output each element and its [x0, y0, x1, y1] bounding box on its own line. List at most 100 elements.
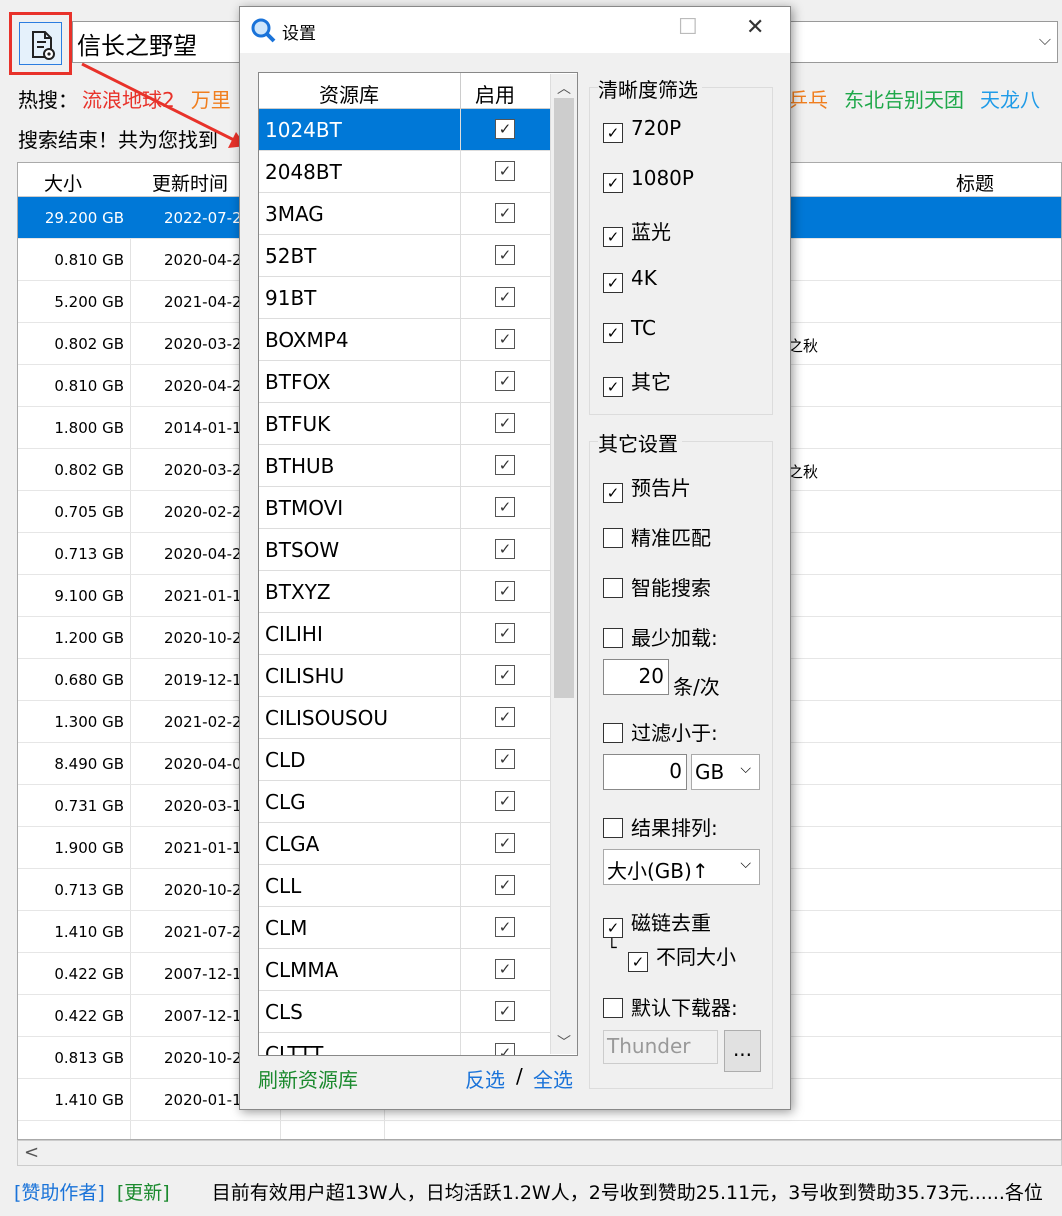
row-size: 0.680 GB: [54, 671, 124, 689]
clarity-checkbox[interactable]: ✓ 1080P: [603, 166, 694, 193]
dialog-titlebar[interactable]: 设置 ☐ ✕: [240, 7, 790, 53]
source-row[interactable]: CLMMA ✓: [259, 949, 551, 991]
row-title: 之秋: [788, 337, 819, 355]
source-enabled-checkbox[interactable]: ✓: [495, 413, 515, 433]
default-downloader-checkbox[interactable]: 默认下载器:: [603, 992, 738, 1021]
hot-item[interactable]: 天龙八: [980, 88, 1040, 112]
scroll-down-icon[interactable]: ﹀: [557, 1032, 571, 1052]
source-enabled-checkbox[interactable]: ✓: [495, 791, 515, 811]
source-row[interactable]: CLG ✓: [259, 781, 551, 823]
row-size: 0.813 GB: [54, 1049, 124, 1067]
source-row[interactable]: CLS ✓: [259, 991, 551, 1033]
min-load-input[interactable]: 20: [603, 659, 669, 695]
source-enabled-checkbox[interactable]: ✓: [495, 875, 515, 895]
source-name: BTFUK: [265, 412, 331, 436]
source-enabled-checkbox[interactable]: ✓: [495, 581, 515, 601]
source-enabled-checkbox[interactable]: ✓: [495, 833, 515, 853]
source-name: 1024BT: [265, 118, 342, 142]
source-row[interactable]: 2048BT ✓: [259, 151, 551, 193]
source-row[interactable]: 3MAG ✓: [259, 193, 551, 235]
hot-item[interactable]: 东北告别天团: [844, 88, 964, 112]
source-row[interactable]: 52BT ✓: [259, 235, 551, 277]
clarity-checkbox[interactable]: ✓ 720P: [603, 116, 681, 143]
source-enabled-checkbox[interactable]: ✓: [495, 245, 515, 265]
horizontal-scrollbar[interactable]: <: [17, 1140, 1062, 1166]
dialog-title: 设置: [282, 24, 316, 44]
source-row[interactable]: CILIHI ✓: [259, 613, 551, 655]
maximize-icon: ☐: [678, 15, 698, 40]
source-enabled-checkbox[interactable]: ✓: [495, 161, 515, 181]
close-icon[interactable]: ✕: [746, 15, 764, 40]
row-size: 0.422 GB: [54, 1007, 124, 1025]
source-row[interactable]: BOXMP4 ✓: [259, 319, 551, 361]
column-title[interactable]: 标题: [956, 169, 994, 196]
sponsor-link[interactable]: [赞助作者]: [14, 1182, 105, 1204]
source-list-scrollbar[interactable]: ︿ ﹀: [550, 74, 577, 1054]
source-row[interactable]: BTMOVI ✓: [259, 487, 551, 529]
sort-select[interactable]: 大小(GB)↑ ⌵: [603, 849, 760, 885]
source-enabled-checkbox[interactable]: ✓: [495, 917, 515, 937]
source-name: CLG: [265, 790, 306, 814]
source-row[interactable]: CLTTT ✓: [259, 1033, 551, 1055]
source-row[interactable]: CILISOUSOU ✓: [259, 697, 551, 739]
source-name: CLS: [265, 1000, 303, 1024]
downloader-input[interactable]: Thunder: [603, 1030, 718, 1064]
source-enabled-checkbox[interactable]: ✓: [495, 623, 515, 643]
scroll-left-icon[interactable]: <: [24, 1142, 39, 1163]
invert-selection-link[interactable]: 反选: [465, 1064, 505, 1093]
different-size-checkbox[interactable]: ✓ 不同大小: [628, 941, 736, 972]
filter-unit-select[interactable]: GB ⌵: [691, 754, 760, 790]
source-name: BTXYZ: [265, 580, 331, 604]
source-row[interactable]: CLL ✓: [259, 865, 551, 907]
trailer-checkbox[interactable]: ✓ 预告片: [603, 472, 691, 503]
source-enabled-checkbox[interactable]: ✓: [495, 455, 515, 475]
source-enabled-checkbox[interactable]: ✓: [495, 287, 515, 307]
source-enabled-checkbox[interactable]: ✓: [495, 707, 515, 727]
source-enabled-checkbox[interactable]: ✓: [495, 749, 515, 769]
chevron-down-icon[interactable]: ⌵: [1039, 30, 1051, 50]
scroll-up-icon[interactable]: ︿: [557, 78, 571, 98]
source-enabled-checkbox[interactable]: ✓: [495, 203, 515, 223]
clarity-checkbox[interactable]: ✓ TC: [603, 316, 656, 343]
source-list[interactable]: 资源库 启用 1024BT ✓ 2048BT ✓ 3MAG ✓ 52BT ✓ 91BT ✓ BOXM…: [258, 72, 578, 1056]
source-enabled-checkbox[interactable]: ✓: [495, 959, 515, 979]
smart-search-checkbox[interactable]: 智能搜索: [603, 572, 711, 601]
source-name: CLGA: [265, 832, 320, 856]
source-enabled-checkbox[interactable]: ✓: [495, 329, 515, 349]
source-row[interactable]: 1024BT ✓: [259, 109, 551, 151]
source-enabled-checkbox[interactable]: ✓: [495, 539, 515, 559]
source-row[interactable]: BTXYZ ✓: [259, 571, 551, 613]
refresh-sources-link[interactable]: 刷新资源库: [258, 1064, 358, 1093]
dedupe-checkbox[interactable]: ✓ 磁链去重: [603, 907, 711, 938]
source-row[interactable]: 91BT ✓: [259, 277, 551, 319]
clarity-checkbox[interactable]: ✓ 4K: [603, 266, 657, 293]
source-row[interactable]: CLM ✓: [259, 907, 551, 949]
source-enabled-checkbox[interactable]: ✓: [495, 1001, 515, 1021]
scrollbar-thumb[interactable]: [554, 98, 574, 698]
source-row[interactable]: BTSOW ✓: [259, 529, 551, 571]
source-enabled-checkbox[interactable]: ✓: [495, 497, 515, 517]
exact-match-checkbox[interactable]: 精准匹配: [603, 522, 711, 551]
source-row[interactable]: BTHUB ✓: [259, 445, 551, 487]
source-row[interactable]: BTFUK ✓: [259, 403, 551, 445]
source-row[interactable]: CILISHU ✓: [259, 655, 551, 697]
source-row[interactable]: BTFOX ✓: [259, 361, 551, 403]
update-link[interactable]: [更新]: [117, 1182, 170, 1204]
source-row[interactable]: CLD ✓: [259, 739, 551, 781]
source-enabled-checkbox[interactable]: ✓: [495, 1043, 515, 1055]
clarity-checkbox[interactable]: ✓ 其它: [603, 366, 671, 397]
source-row[interactable]: CLGA ✓: [259, 823, 551, 865]
clarity-checkbox[interactable]: ✓ 蓝光: [603, 216, 671, 247]
browse-button[interactable]: ...: [724, 1030, 761, 1072]
filter-less-checkbox[interactable]: 过滤小于:: [603, 717, 718, 746]
row-size: 0.731 GB: [54, 797, 124, 815]
source-enabled-checkbox[interactable]: ✓: [495, 371, 515, 391]
source-enabled-checkbox[interactable]: ✓: [495, 119, 515, 139]
row-size: 0.802 GB: [54, 335, 124, 353]
filter-size-input[interactable]: 0: [603, 754, 687, 790]
select-all-link[interactable]: 全选: [533, 1064, 573, 1093]
min-load-checkbox[interactable]: 最少加载:: [603, 622, 718, 651]
sort-checkbox[interactable]: 结果排列:: [603, 812, 718, 841]
source-enabled-checkbox[interactable]: ✓: [495, 665, 515, 685]
hot-item[interactable]: 乒乓: [788, 88, 828, 112]
